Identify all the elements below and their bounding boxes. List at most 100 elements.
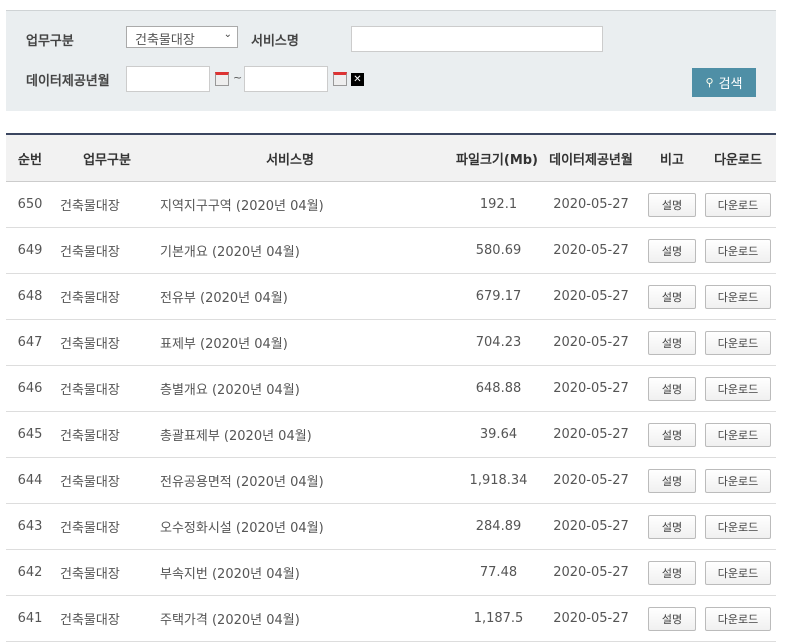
calendar-icon[interactable] — [215, 72, 229, 86]
row-service-name: 층별개요 (2020년 04월) — [160, 365, 420, 412]
table-row: 647 건축물대장 표제부 (2020년 04월) 704.23 2020-05… — [6, 319, 776, 366]
service-name-input[interactable] — [351, 26, 603, 52]
calendar-icon[interactable] — [333, 72, 347, 86]
service-name-label: 서비스명 — [251, 34, 299, 49]
row-work-type: 건축물대장 — [54, 319, 160, 366]
table-row: 644 건축물대장 전유공용면적 (2020년 04월) 1,918.34 20… — [6, 457, 776, 504]
row-no: 647 — [6, 319, 54, 366]
row-file-size: 679.17 — [420, 273, 538, 320]
row-file-size: 648.88 — [420, 365, 538, 412]
description-button[interactable]: 설명 — [648, 560, 696, 585]
date-to-input[interactable] — [244, 66, 328, 92]
row-file-size: 192.1 — [420, 181, 538, 228]
header-date: 데이터제공년월 — [538, 134, 644, 182]
description-button[interactable]: 설명 — [648, 238, 696, 263]
row-work-type: 건축물대장 — [54, 411, 160, 458]
header-work-type: 업무구분 — [54, 134, 160, 182]
row-service-name: 오수정화시설 (2020년 04월) — [160, 503, 420, 550]
description-button[interactable]: 설명 — [648, 514, 696, 539]
row-service-name: 전유부 (2020년 04월) — [160, 273, 420, 320]
row-no: 650 — [6, 181, 54, 228]
row-date: 2020-05-27 — [538, 457, 644, 504]
row-service-name: 표제부 (2020년 04월) — [160, 319, 420, 366]
search-button-label: 검색 — [718, 77, 743, 92]
download-button[interactable]: 다운로드 — [705, 284, 771, 309]
table-row: 649 건축물대장 기본개요 (2020년 04월) 580.69 2020-0… — [6, 227, 776, 274]
download-button[interactable]: 다운로드 — [705, 238, 771, 263]
row-work-type: 건축물대장 — [54, 365, 160, 412]
table-row: 643 건축물대장 오수정화시설 (2020년 04월) 284.89 2020… — [6, 503, 776, 550]
row-file-size: 1,187.5 — [420, 595, 538, 642]
work-type-select[interactable]: 건축물대장 ⌄ — [126, 26, 238, 48]
table-row: 645 건축물대장 총괄표제부 (2020년 04월) 39.64 2020-0… — [6, 411, 776, 458]
description-button[interactable]: 설명 — [648, 606, 696, 631]
row-date: 2020-05-27 — [538, 181, 644, 228]
row-date: 2020-05-27 — [538, 503, 644, 550]
description-button[interactable]: 설명 — [648, 192, 696, 217]
row-work-type: 건축물대장 — [54, 595, 160, 642]
header-no: 순번 — [6, 134, 54, 182]
download-button[interactable]: 다운로드 — [705, 514, 771, 539]
download-button[interactable]: 다운로드 — [705, 468, 771, 493]
row-no: 645 — [6, 411, 54, 458]
description-button[interactable]: 설명 — [648, 422, 696, 447]
row-work-type: 건축물대장 — [54, 181, 160, 228]
header-download: 다운로드 — [700, 134, 776, 182]
data-table: 순번 업무구분 서비스명 파일크기(Mb) 데이터제공년월 비고 다운로드 65… — [6, 133, 776, 642]
row-file-size: 39.64 — [420, 411, 538, 458]
date-label: 데이터제공년월 — [26, 74, 110, 89]
row-date: 2020-05-27 — [538, 365, 644, 412]
row-work-type: 건축물대장 — [54, 503, 160, 550]
table-row: 650 건축물대장 지역지구구역 (2020년 04월) 192.1 2020-… — [6, 181, 776, 228]
tilde: ~ — [233, 71, 243, 84]
description-button[interactable]: 설명 — [648, 376, 696, 401]
row-no: 641 — [6, 595, 54, 642]
row-date: 2020-05-27 — [538, 319, 644, 366]
row-date: 2020-05-27 — [538, 273, 644, 320]
download-button[interactable]: 다운로드 — [705, 330, 771, 355]
description-button[interactable]: 설명 — [648, 468, 696, 493]
table-row: 641 건축물대장 주택가격 (2020년 04월) 1,187.5 2020-… — [6, 595, 776, 642]
row-service-name: 전유공용면적 (2020년 04월) — [160, 457, 420, 504]
row-no: 648 — [6, 273, 54, 320]
row-file-size: 77.48 — [420, 549, 538, 596]
row-file-size: 284.89 — [420, 503, 538, 550]
clear-date-button[interactable]: ✕ — [351, 73, 364, 86]
header-note: 비고 — [644, 134, 700, 182]
date-from-input[interactable] — [126, 66, 210, 92]
row-file-size: 1,918.34 — [420, 457, 538, 504]
row-no: 644 — [6, 457, 54, 504]
row-no: 642 — [6, 549, 54, 596]
search-icon: ⚲ — [705, 76, 714, 89]
row-work-type: 건축물대장 — [54, 227, 160, 274]
row-date: 2020-05-27 — [538, 411, 644, 458]
row-work-type: 건축물대장 — [54, 273, 160, 320]
row-date: 2020-05-27 — [538, 595, 644, 642]
row-file-size: 704.23 — [420, 319, 538, 366]
download-button[interactable]: 다운로드 — [705, 422, 771, 447]
download-button[interactable]: 다운로드 — [705, 376, 771, 401]
row-service-name: 총괄표제부 (2020년 04월) — [160, 411, 420, 458]
row-service-name: 기본개요 (2020년 04월) — [160, 227, 420, 274]
download-button[interactable]: 다운로드 — [705, 192, 771, 217]
row-date: 2020-05-27 — [538, 227, 644, 274]
header-service-name: 서비스명 — [160, 134, 420, 182]
table-row: 648 건축물대장 전유부 (2020년 04월) 679.17 2020-05… — [6, 273, 776, 320]
description-button[interactable]: 설명 — [648, 330, 696, 355]
row-no: 649 — [6, 227, 54, 274]
table-row: 642 건축물대장 부속지번 (2020년 04월) 77.48 2020-05… — [6, 549, 776, 596]
row-service-name: 주택가격 (2020년 04월) — [160, 595, 420, 642]
row-work-type: 건축물대장 — [54, 457, 160, 504]
work-type-label: 업무구분 — [26, 34, 74, 49]
search-button[interactable]: ⚲ 검색 — [692, 68, 756, 97]
download-button[interactable]: 다운로드 — [705, 606, 771, 631]
row-work-type: 건축물대장 — [54, 549, 160, 596]
row-service-name: 부속지번 (2020년 04월) — [160, 549, 420, 596]
header-file-size: 파일크기(Mb) — [420, 134, 538, 182]
description-button[interactable]: 설명 — [648, 284, 696, 309]
row-no: 643 — [6, 503, 54, 550]
row-file-size: 580.69 — [420, 227, 538, 274]
chevron-down-icon: ⌄ — [223, 29, 232, 40]
download-button[interactable]: 다운로드 — [705, 560, 771, 585]
table-row: 646 건축물대장 층별개요 (2020년 04월) 648.88 2020-0… — [6, 365, 776, 412]
